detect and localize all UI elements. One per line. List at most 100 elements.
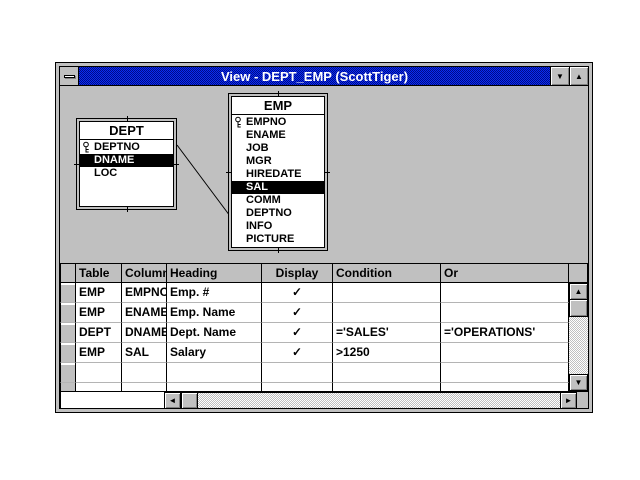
field-info[interactable]: INFO <box>232 220 324 233</box>
cell-condition[interactable] <box>333 303 441 323</box>
window-frame: View - DEPT_EMP (ScottTiger) ▼ ▲ DEPT <box>59 66 589 409</box>
selection-handle <box>127 207 128 212</box>
entity-emp-fields: EMPNO ENAME JOB MGR HIREDATE SAL COMM DE… <box>232 115 324 247</box>
field-ename[interactable]: ENAME <box>232 129 324 142</box>
vertical-scroll-track[interactable] <box>569 317 588 374</box>
cell-display-check[interactable]: ✓ <box>262 343 333 363</box>
row-selector[interactable] <box>60 323 76 343</box>
cell-display-check <box>262 383 333 391</box>
cell-condition[interactable] <box>333 363 441 383</box>
entity-dept[interactable]: DEPT DEPTNO DNAME LOC <box>76 118 177 210</box>
field-label: JOB <box>246 142 269 154</box>
grid-bottom-bar: ◄ ► <box>60 391 588 408</box>
field-loc[interactable]: LOC <box>80 167 173 180</box>
maximize-button[interactable]: ▲ <box>569 67 588 85</box>
cell-or[interactable] <box>441 343 569 363</box>
cell-condition <box>333 383 441 391</box>
cell-or[interactable] <box>441 283 569 303</box>
cell-column[interactable]: SAL <box>122 343 167 363</box>
scroll-down-button[interactable]: ▼ <box>569 374 588 391</box>
maximize-icon: ▲ <box>575 72 583 81</box>
minimize-button[interactable]: ▼ <box>550 67 569 85</box>
field-deptno-emp[interactable]: DEPTNO <box>232 207 324 220</box>
field-deptno[interactable]: DEPTNO <box>80 141 173 154</box>
cell-heading[interactable]: Emp. Name <box>167 303 262 323</box>
entity-dept-fields: DEPTNO DNAME LOC <box>80 140 173 206</box>
field-picture[interactable]: PICTURE <box>232 233 324 246</box>
row-selector <box>60 383 76 391</box>
entity-emp-title[interactable]: EMP <box>232 97 324 115</box>
col-header-column[interactable]: Column <box>122 263 167 283</box>
vertical-scrollbar[interactable]: ▲ ▼ <box>569 263 588 391</box>
field-label: HIREDATE <box>246 168 301 180</box>
selection-handle <box>278 248 279 253</box>
field-job[interactable]: JOB <box>232 142 324 155</box>
cell-display-check[interactable]: ✓ <box>262 283 333 303</box>
col-header-heading[interactable]: Heading <box>167 263 262 283</box>
cell-condition[interactable]: ='SALES' <box>333 323 441 343</box>
col-header-or[interactable]: Or <box>441 263 569 283</box>
scroll-up-button[interactable]: ▲ <box>569 283 588 300</box>
field-hiredate[interactable]: HIREDATE <box>232 168 324 181</box>
cell-heading[interactable]: Salary <box>167 343 262 363</box>
cell-condition[interactable]: >1250 <box>333 343 441 363</box>
cell-table[interactable]: EMP <box>76 283 122 303</box>
cell-or[interactable] <box>441 303 569 323</box>
field-dname[interactable]: DNAME <box>80 154 173 167</box>
cell-column[interactable]: EMPNO <box>122 283 167 303</box>
cell-column[interactable]: ENAME <box>122 303 167 323</box>
scroll-up-icon: ▲ <box>575 287 583 296</box>
field-label: SAL <box>246 181 268 193</box>
grid-header-row: Table Column Heading Display Condition O… <box>60 263 569 283</box>
cell-display-check[interactable]: ✓ <box>262 303 333 323</box>
scroll-right-button[interactable]: ► <box>560 392 577 408</box>
cell-table[interactable]: DEPT <box>76 323 122 343</box>
field-sal[interactable]: SAL <box>232 181 324 194</box>
scroll-left-icon: ◄ <box>169 396 177 405</box>
cell-column <box>122 383 167 391</box>
cell-display-check[interactable] <box>262 363 333 383</box>
cell-column[interactable] <box>122 363 167 383</box>
cell-heading[interactable]: Emp. # <box>167 283 262 303</box>
entity-emp[interactable]: EMP EMPNO ENAME JOB MGR HIREDATE SAL <box>228 93 328 251</box>
field-mgr[interactable]: MGR <box>232 155 324 168</box>
selection-handle <box>325 172 330 173</box>
grid-row-5 <box>60 363 569 383</box>
field-label: COMM <box>246 194 281 206</box>
cell-heading[interactable]: Dept. Name <box>167 323 262 343</box>
cell-column[interactable]: DNAME <box>122 323 167 343</box>
row-selector[interactable] <box>60 363 76 383</box>
field-empno[interactable]: EMPNO <box>232 116 324 129</box>
cell-condition[interactable] <box>333 283 441 303</box>
cell-heading[interactable] <box>167 363 262 383</box>
entity-dept-title[interactable]: DEPT <box>80 122 173 140</box>
scroll-right-icon: ► <box>565 396 573 405</box>
field-label: INFO <box>246 220 272 232</box>
scroll-left-button[interactable]: ◄ <box>164 392 181 408</box>
cell-table[interactable] <box>76 363 122 383</box>
col-header-condition[interactable]: Condition <box>333 263 441 283</box>
bottom-blank-area <box>60 392 164 408</box>
col-header-table[interactable]: Table <box>76 263 122 283</box>
system-menu-icon <box>64 75 75 78</box>
system-menu-button[interactable] <box>60 67 79 85</box>
title-bar[interactable]: View - DEPT_EMP (ScottTiger) ▼ ▲ <box>60 67 588 86</box>
window-title[interactable]: View - DEPT_EMP (ScottTiger) <box>79 67 550 85</box>
vertical-scroll-thumb[interactable] <box>569 300 588 317</box>
cell-table[interactable]: EMP <box>76 303 122 323</box>
row-selector[interactable] <box>60 283 76 303</box>
cell-table <box>76 383 122 391</box>
horizontal-scroll-track[interactable] <box>198 392 560 408</box>
row-selector[interactable] <box>60 343 76 363</box>
field-label: EMPNO <box>246 116 286 128</box>
designer-canvas: DEPT DEPTNO DNAME LOC <box>60 86 588 408</box>
horizontal-scroll-thumb[interactable] <box>181 392 198 408</box>
cell-or[interactable] <box>441 363 569 383</box>
cell-table[interactable]: EMP <box>76 343 122 363</box>
row-selector[interactable] <box>60 303 76 323</box>
field-label: DEPTNO <box>246 207 292 219</box>
cell-display-check[interactable]: ✓ <box>262 323 333 343</box>
cell-or[interactable]: ='OPERATIONS' <box>441 323 569 343</box>
field-comm[interactable]: COMM <box>232 194 324 207</box>
col-header-display[interactable]: Display <box>262 263 333 283</box>
